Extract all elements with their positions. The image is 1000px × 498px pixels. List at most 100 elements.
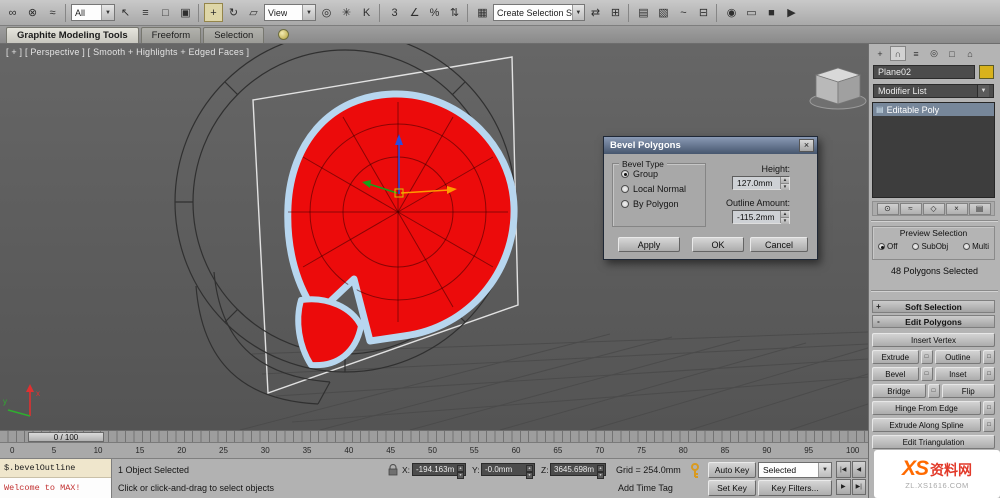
track-bar[interactable]: 0 5 10 15 20 25 30 35 40 45 50 55 60 65 70 75 80 85 90 95 10… (0, 443, 868, 459)
extrude-along-spline-button-settings[interactable]: □ (983, 418, 995, 432)
bevel-button[interactable]: Bevel (872, 367, 919, 381)
rectangular-selection-region-icon[interactable]: □ (156, 3, 175, 22)
graphite-modeling-toggle-icon[interactable]: ▧ (654, 3, 673, 22)
spinner-snap-icon[interactable]: ⇅ (445, 3, 464, 22)
unlink-selection-icon[interactable]: ⊗ (23, 3, 42, 22)
go-to-end-button[interactable]: ▶| (851, 478, 866, 495)
macro-recorder-line[interactable]: $.bevelOutline (0, 459, 111, 478)
z-coord-field[interactable]: 3645.698m ▲ ▼ (550, 463, 606, 479)
outline-amount-field[interactable]: -115.2mm ▲ ▼ (732, 210, 790, 224)
remove-modifier-icon[interactable]: × (945, 202, 968, 215)
time-slider[interactable]: 0 / 100 (28, 432, 104, 442)
spinner-up-icon[interactable]: ▲ (781, 211, 789, 218)
select-and-manipulate-icon[interactable]: ✳ (337, 3, 356, 22)
inset-button[interactable]: Inset (934, 367, 981, 381)
motion-tab[interactable]: ◎ (926, 46, 942, 61)
selected-polygons-shape[interactable] (284, 90, 518, 369)
select-and-move-icon[interactable]: + (204, 3, 223, 22)
edit-named-selection-sets-icon[interactable]: ▦ (473, 3, 492, 22)
material-editor-icon[interactable]: ◉ (722, 3, 741, 22)
extrude-button-settings[interactable]: □ (920, 350, 933, 364)
object-color-swatch[interactable] (979, 65, 994, 79)
viewport-label[interactable]: [ + ] [ Perspective ] [ Smooth + Highlig… (6, 47, 249, 57)
extrude-along-spline-button[interactable]: Extrude Along Spline (872, 418, 981, 432)
set-key-button[interactable]: Set Key (708, 480, 756, 496)
x-coord-field[interactable]: -194.163m ▲ ▼ (412, 463, 466, 479)
y-spinner[interactable]: ▲ ▼ (526, 465, 533, 479)
inset-button-settings[interactable]: □ (983, 367, 995, 381)
ok-button[interactable]: OK (692, 237, 744, 252)
listener-line[interactable]: Welcome to MAX! (0, 478, 111, 498)
configure-modifier-sets-icon[interactable]: ▤ (968, 202, 991, 215)
schematic-view-icon[interactable]: ⊟ (694, 3, 713, 22)
selection-lock-icon[interactable] (388, 464, 398, 476)
preview-option-subobj[interactable]: SubObj (912, 242, 948, 251)
apply-button[interactable]: Apply (618, 237, 680, 252)
object-name-field[interactable]: Plane02 (873, 65, 975, 79)
select-and-link-icon[interactable]: ∞ (3, 3, 22, 22)
use-pivot-point-center-icon[interactable]: ◎ (317, 3, 336, 22)
select-and-rotate-icon[interactable]: ↻ (224, 3, 243, 22)
rollout-edit-polygons[interactable]: Edit Polygons - (872, 315, 995, 328)
reference-coordinate-dropdown[interactable]: View ▼ (264, 4, 316, 21)
view-cube[interactable] (809, 67, 867, 110)
selection-filter-dropdown[interactable]: All ▼ (71, 4, 115, 21)
select-and-scale-icon[interactable]: ▱ (244, 3, 263, 22)
select-by-name-icon[interactable]: ≡ (136, 3, 155, 22)
bevel-type-option-local-normal[interactable]: Local Normal (621, 184, 705, 194)
named-selection-sets-dropdown[interactable]: Create Selection Se ▼ (493, 4, 585, 21)
modifier-stack-item[interactable]: ▤ Editable Poly (873, 103, 994, 116)
bevel-button-settings[interactable]: □ (920, 367, 933, 381)
extrude-button[interactable]: Extrude (872, 350, 919, 364)
curve-editor-icon[interactable]: ~ (674, 3, 693, 22)
height-spinner[interactable]: ▲ ▼ (780, 177, 789, 190)
hinge-from-edge-button[interactable]: Hinge From Edge (872, 401, 981, 415)
layer-manager-icon[interactable]: ▤ (634, 3, 653, 22)
add-time-tag[interactable]: Add Time Tag (618, 483, 673, 493)
angle-snap-icon[interactable]: ∠ (405, 3, 424, 22)
bind-to-space-warp-icon[interactable]: ≈ (43, 3, 62, 22)
ribbon-tab-graphite-modeling-tools[interactable]: Graphite Modeling Tools (6, 27, 139, 43)
display-tab[interactable]: □ (944, 46, 960, 61)
ribbon-toggle-icon[interactable] (278, 29, 290, 40)
utilities-tab[interactable]: ⌂ (962, 46, 978, 61)
x-spinner[interactable]: ▲ ▼ (457, 465, 464, 479)
maxscript-mini-listener[interactable]: $.bevelOutline Welcome to MAX! (0, 459, 112, 498)
go-to-start-button[interactable]: |◀ (836, 461, 851, 478)
outline-spinner[interactable]: ▲ ▼ (780, 211, 789, 224)
create-tab[interactable]: + (872, 46, 888, 61)
window-crossing-icon[interactable]: ▣ (176, 3, 195, 22)
outline-button[interactable]: Outline (934, 350, 981, 364)
bridge-button[interactable]: Bridge (872, 384, 926, 398)
snap-toggle-3d-icon[interactable]: 3 (385, 3, 404, 22)
hinge-from-edge-button-settings[interactable]: □ (983, 401, 995, 415)
modifier-list-dropdown[interactable]: Modifier List ▼ (873, 84, 994, 98)
render-setup-icon[interactable]: ▭ (742, 3, 761, 22)
flip-button[interactable]: Flip (941, 384, 995, 398)
preview-option-multi[interactable]: Multi (963, 242, 989, 251)
keyboard-shortcut-override-icon[interactable]: K (357, 3, 376, 22)
dialog-titlebar[interactable]: Bevel Polygons × (604, 137, 817, 154)
ribbon-tab-selection[interactable]: Selection (203, 27, 265, 43)
cancel-button[interactable]: Cancel (750, 237, 808, 252)
time-slider-track[interactable]: 0 / 100 (0, 430, 868, 443)
select-object-icon[interactable]: ↖ (116, 3, 135, 22)
hierarchy-tab[interactable]: ≡ (908, 46, 924, 61)
modify-tab[interactable]: ∩ (890, 46, 906, 61)
selection-set-dropdown[interactable]: Selected ▼ (758, 462, 832, 478)
quick-render-icon[interactable]: ▶ (782, 3, 801, 22)
play-button[interactable]: ▶ (836, 478, 851, 495)
bridge-button-settings[interactable]: □ (927, 384, 940, 398)
make-unique-icon[interactable]: ◇ (922, 202, 945, 215)
pin-stack-icon[interactable]: ⊙ (876, 202, 899, 215)
spinner-down-icon[interactable]: ▼ (781, 184, 789, 190)
mirror-icon[interactable]: ⇄ (586, 3, 605, 22)
outline-button-settings[interactable]: □ (983, 350, 995, 364)
rendered-frame-window-icon[interactable]: ■ (762, 3, 781, 22)
spinner-down-icon[interactable]: ▼ (781, 218, 789, 224)
align-icon[interactable]: ⊞ (606, 3, 625, 22)
bevel-type-option-group[interactable]: Group (621, 169, 705, 179)
set-key-icon[interactable] (688, 463, 702, 479)
edit-triangulation-button[interactable]: Edit Triangulation (872, 435, 995, 449)
show-end-result-icon[interactable]: ≈ (899, 202, 922, 215)
